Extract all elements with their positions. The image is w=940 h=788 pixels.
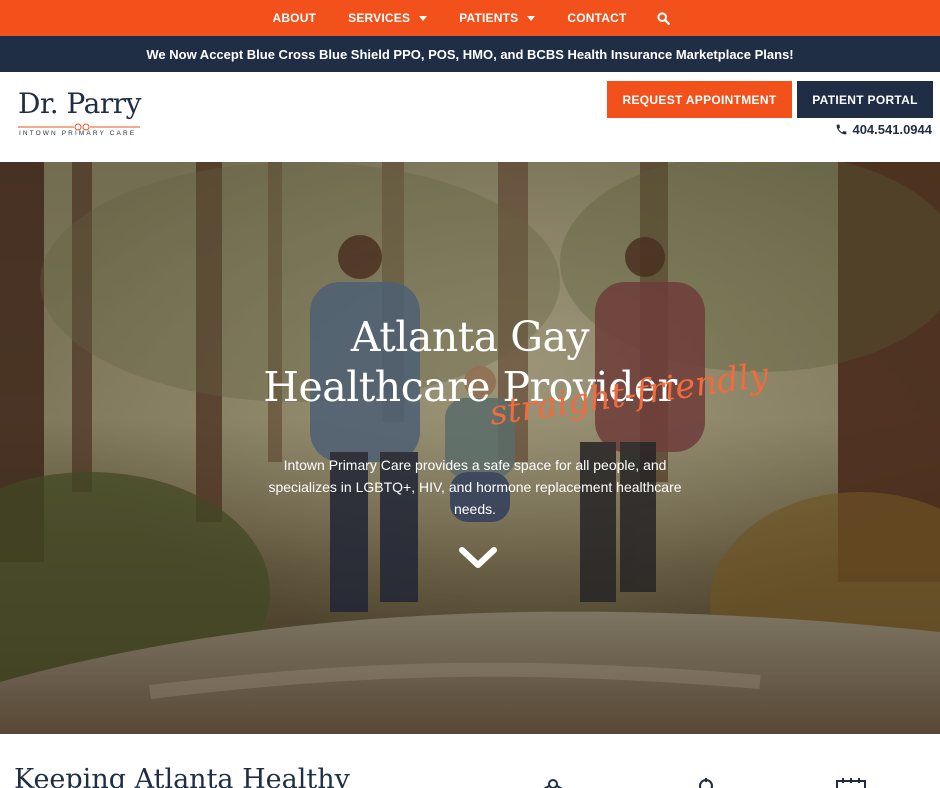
- phone-link[interactable]: 404.541.0944: [835, 122, 932, 137]
- phone-number: 404.541.0944: [852, 122, 932, 137]
- stethoscope-icon: [699, 778, 713, 788]
- calendar-icon: [836, 778, 866, 788]
- search-button[interactable]: [643, 0, 684, 36]
- site-header: Dr. Parry INTOWN PRIMARY CARE REQUEST AP…: [0, 72, 940, 162]
- nav-item-label: PATIENTS: [459, 11, 519, 25]
- caret-down-icon: [527, 15, 536, 21]
- hero-background-image: [0, 162, 940, 734]
- hero-title: Atlanta Gay Healthcare Provider: [0, 312, 940, 412]
- section-heading: Keeping Atlanta Healthy: [14, 764, 350, 788]
- nav-item-about[interactable]: ABOUT: [256, 0, 332, 36]
- site-logo[interactable]: Dr. Parry INTOWN PRIMARY CARE: [18, 88, 148, 144]
- caret-down-icon: [419, 15, 428, 21]
- request-appointment-button[interactable]: REQUEST APPOINTMENT: [607, 81, 792, 118]
- patient-portal-button[interactable]: PATIENT PORTAL: [797, 81, 933, 118]
- hero-title-line-1: Atlanta Gay: [350, 313, 590, 361]
- nav-item-services[interactable]: SERVICES: [332, 0, 443, 36]
- logo-name: Dr. Parry: [18, 87, 141, 120]
- nav-item-label: CONTACT: [567, 11, 627, 25]
- intro-section: Keeping Atlanta Healthy: [0, 734, 940, 788]
- announcement-bar: We Now Accept Blue Cross Blue Shield PPO…: [0, 36, 940, 72]
- network-icon: [543, 779, 563, 788]
- phone-icon: [837, 124, 847, 135]
- hero-banner: Atlanta Gay Healthcare Provider straight…: [0, 162, 940, 734]
- announcement-text: We Now Accept Blue Cross Blue Shield PPO…: [146, 46, 794, 62]
- logo-tagline: INTOWN PRIMARY CARE: [19, 130, 137, 137]
- search-icon: [656, 11, 670, 25]
- top-navigation: ABOUT SERVICES PATIENTS CONTACT: [0, 0, 940, 36]
- nav-menu: ABOUT SERVICES PATIENTS CONTACT: [256, 0, 683, 36]
- hero-subtitle: Intown Primary Care provides a safe spac…: [268, 457, 682, 517]
- hero-title-line-2: Healthcare Provider: [263, 363, 677, 411]
- chevron-down-icon[interactable]: [458, 546, 498, 570]
- nav-item-patients[interactable]: PATIENTS: [443, 0, 551, 36]
- nav-item-contact[interactable]: CONTACT: [551, 0, 642, 36]
- nav-item-label: ABOUT: [272, 11, 317, 25]
- nav-item-label: SERVICES: [348, 11, 411, 25]
